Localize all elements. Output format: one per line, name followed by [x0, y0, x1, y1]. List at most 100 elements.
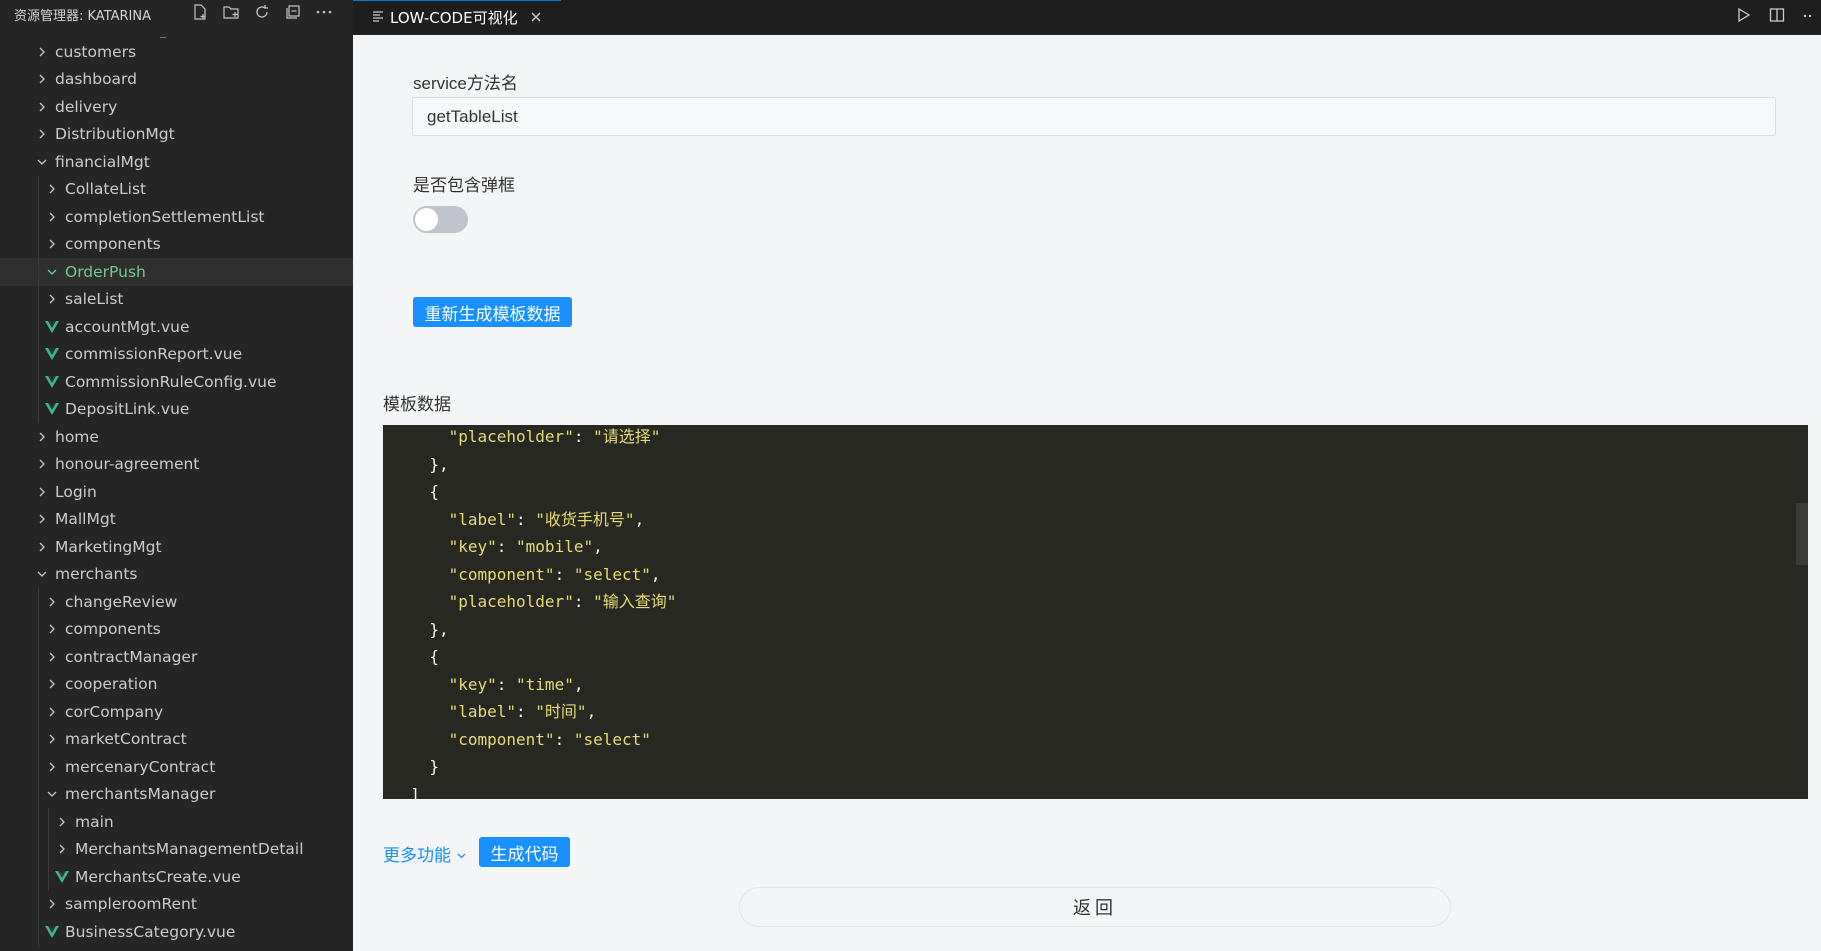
editor-more-icon[interactable]	[1803, 7, 1813, 27]
code-punct: {	[429, 482, 440, 501]
indent-guide	[48, 808, 49, 836]
close-icon[interactable]	[530, 7, 542, 28]
tree-item-label: components	[65, 620, 161, 639]
code-token: "placeholder"	[448, 427, 574, 446]
tree-item-label: BusinessCategory.vue	[65, 922, 236, 941]
back-button[interactable]: 返回	[739, 887, 1451, 927]
tree-item-label: financialMgt	[55, 152, 150, 171]
new-folder-icon[interactable]	[222, 3, 240, 26]
tree-folder[interactable]: marketContract	[0, 725, 353, 753]
tree-folder[interactable]: DistributionMgt	[0, 121, 353, 149]
code-token: "输入查询"	[593, 592, 677, 611]
code-line: "label": "收货手机号",	[449, 506, 645, 533]
indent-guide	[38, 753, 39, 781]
tree-item-label: customers	[55, 42, 137, 61]
tree-folder[interactable]: components	[0, 615, 353, 643]
code-line: {	[429, 478, 439, 505]
tree-folder[interactable]: sampleroomRent	[0, 890, 353, 918]
tree-folder[interactable]: merchantsManager	[0, 780, 353, 808]
more-functions-dropdown[interactable]: 更多功能	[383, 841, 467, 866]
tree-item-label: marketContract	[65, 730, 187, 749]
tree-folder[interactable]: OrderPush	[0, 258, 353, 286]
chevron-right-icon	[45, 897, 59, 911]
tree-file[interactable]: MerchantsCreate.vue	[0, 863, 353, 891]
tree-item-label: dashboard	[55, 70, 137, 89]
code-punct: :	[496, 674, 517, 694]
tree-folder[interactable]: MerchantsManagementDetail	[0, 835, 353, 863]
code-punct: {	[429, 647, 440, 666]
code-token: "收货手机号"	[535, 509, 635, 529]
generate-code-button[interactable]: 生成代码	[479, 837, 570, 867]
dialog-toggle-switch[interactable]	[413, 206, 468, 233]
code-punct: ,	[593, 537, 603, 556]
tree-folder[interactable]: Login	[0, 478, 353, 506]
chevron-down-icon	[35, 567, 49, 581]
tree-item-label: DepositLink.vue	[65, 400, 190, 419]
collapse-all-icon[interactable]	[284, 3, 302, 26]
tree-folder[interactable]: cooperation	[0, 670, 353, 698]
code-line: "label": "时间",	[449, 698, 597, 725]
tree-item-label: accountMgt.vue	[65, 317, 190, 336]
tree-folder[interactable]: changeReview	[0, 588, 353, 616]
tree-item-label: delivery	[55, 97, 118, 116]
run-icon[interactable]	[1735, 7, 1751, 27]
vue-file-icon	[45, 347, 59, 361]
explorer-actions	[191, 3, 353, 26]
tree-folder[interactable]: honour-agreement	[0, 451, 353, 479]
explorer-sidebar: 资源管理器: KATARINA customers dashboard delive…	[0, 0, 353, 951]
tree-folder[interactable]: mercenaryContract	[0, 753, 353, 781]
code-punct: :	[554, 729, 574, 749]
code-punct: ]	[410, 784, 420, 800]
tree-folder[interactable]: merchants	[0, 561, 353, 589]
tree-folder[interactable]: components	[0, 230, 353, 258]
tree-file[interactable]: commissionReport.vue	[0, 340, 353, 368]
refresh-icon[interactable]	[253, 3, 271, 26]
tree-file[interactable]: DepositLink.vue	[0, 395, 353, 423]
code-punct: :	[516, 702, 536, 721]
indent-guide	[38, 230, 39, 258]
indent-guide	[38, 725, 39, 753]
low-code-panel: service方法名 getTableList 是否包含弹框 重新生成模板数据 …	[353, 35, 1821, 951]
service-method-input[interactable]: getTableList	[412, 97, 1776, 136]
indent-guide	[38, 835, 39, 863]
tree-folder[interactable]: completionSettlementList	[0, 203, 353, 231]
tree-folder[interactable]: dashboard	[0, 66, 353, 94]
tree-folder[interactable]: financialMgt	[0, 148, 353, 176]
template-code-editor[interactable]: "placeholder": "请选择"}, {"label": "收货手机号",…	[383, 425, 1808, 799]
tree-item-label: OrderPush	[65, 262, 146, 281]
tree-folder[interactable]: MarketingMgt	[0, 533, 353, 561]
indent-guide	[38, 175, 39, 203]
chevron-right-icon	[55, 815, 69, 829]
chevron-right-icon	[45, 182, 59, 196]
editor-actions	[1735, 0, 1821, 34]
code-punct: ,	[586, 702, 597, 721]
tree-folder[interactable]: delivery	[0, 93, 353, 121]
tree-file[interactable]: BusinessCategory.vue	[0, 918, 353, 946]
more-actions-icon[interactable]	[315, 3, 333, 26]
tree-folder[interactable]: home	[0, 423, 353, 451]
chevron-right-icon	[35, 430, 49, 444]
tree-folder[interactable]: customers	[0, 38, 353, 66]
tree-folder[interactable]: MallMgt	[0, 506, 353, 534]
tree-folder[interactable]: saleList	[0, 285, 353, 313]
tab-low-code[interactable]: LOW-CODE可视化	[353, 0, 561, 34]
tree-file[interactable]: CommissionRuleConfig.vue	[0, 368, 353, 396]
tree-item-label: changeReview	[65, 592, 178, 611]
chevron-right-icon	[35, 512, 49, 526]
tree-folder[interactable]: corCompany	[0, 698, 353, 726]
split-editor-icon[interactable]	[1769, 7, 1785, 27]
regenerate-template-button[interactable]: 重新生成模板数据	[413, 297, 572, 327]
tree-folder[interactable]: main	[0, 808, 353, 836]
new-file-icon[interactable]	[191, 3, 209, 26]
dialog-toggle-label: 是否包含弹框	[413, 176, 515, 195]
indent-guide	[38, 313, 39, 341]
indent-guide	[38, 890, 39, 918]
chevron-right-icon	[45, 595, 59, 609]
tree-folder[interactable]: CollateList	[0, 175, 353, 203]
tree-folder[interactable]: contractManager	[0, 643, 353, 671]
code-scrollbar[interactable]	[1796, 503, 1808, 565]
tree-file[interactable]: accountMgt.vue	[0, 313, 353, 341]
code-line: "key": "mobile",	[449, 533, 603, 560]
tree-item-label: cooperation	[65, 675, 158, 694]
tree-item-label: home	[55, 427, 99, 446]
